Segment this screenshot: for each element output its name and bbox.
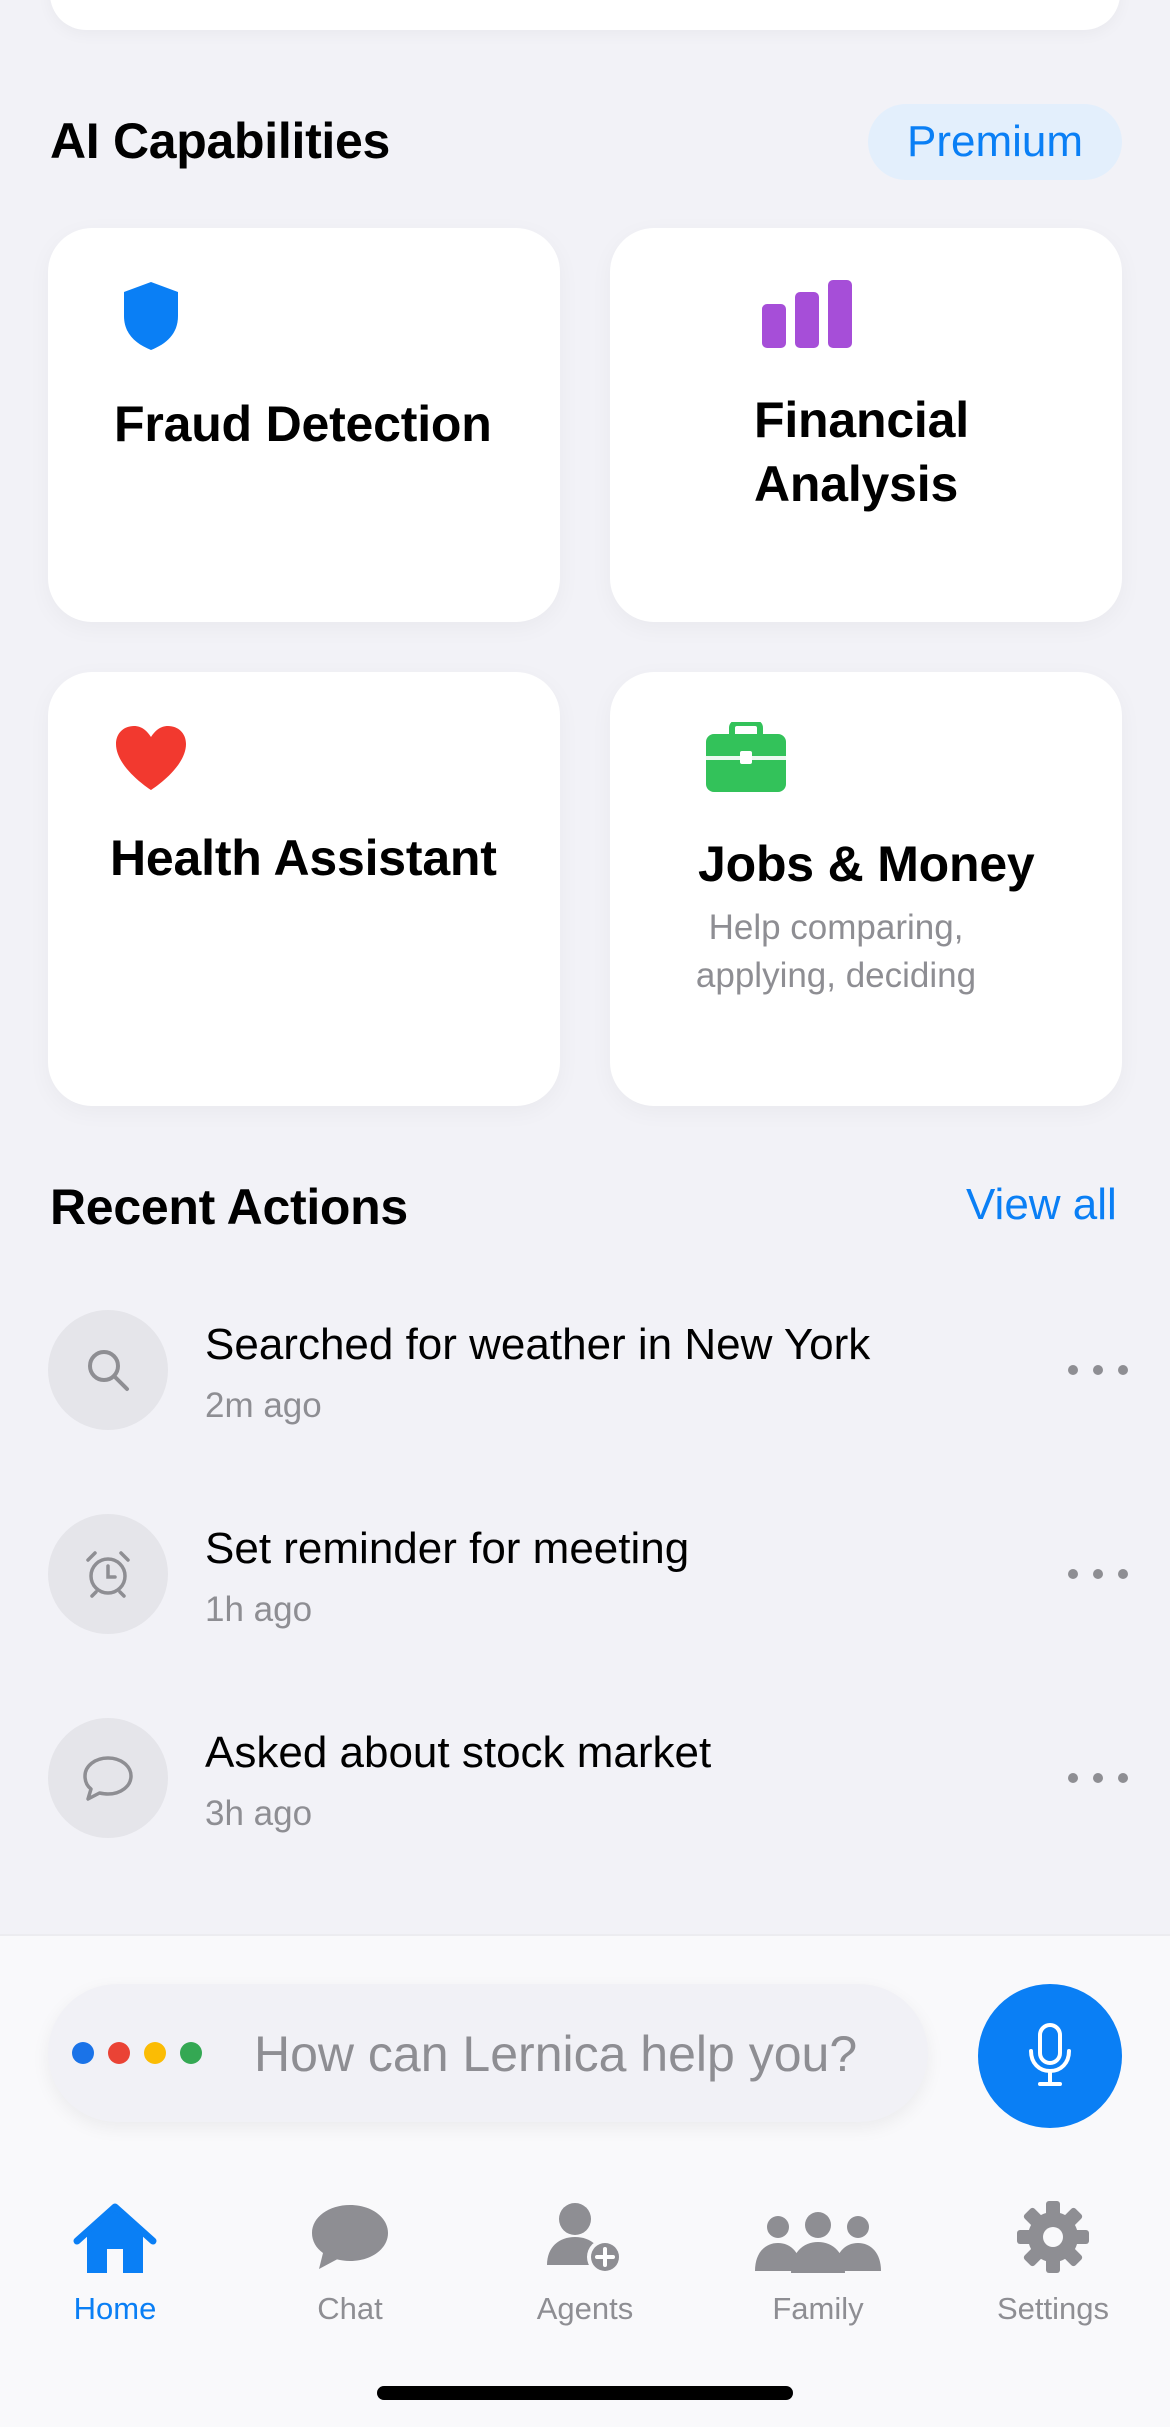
more-options-icon[interactable] bbox=[1068, 1350, 1128, 1390]
card-description: Help comparing, applying, deciding bbox=[695, 908, 977, 995]
card-fraud-detection[interactable]: Fraud Detection bbox=[48, 228, 560, 622]
bar-chart-icon bbox=[762, 280, 852, 348]
card-health-assistant[interactable]: Health Assistant bbox=[48, 672, 560, 1106]
dot-yellow bbox=[144, 2042, 166, 2064]
tab-chat[interactable]: Chat bbox=[260, 2185, 440, 2327]
action-title: Set reminder for meeting bbox=[205, 1524, 690, 1573]
gear-icon bbox=[1017, 2201, 1089, 2273]
alarm-clock-icon bbox=[48, 1514, 168, 1634]
action-title: Asked about stock market bbox=[205, 1728, 712, 1777]
card-title: Fraud Detection bbox=[114, 396, 492, 452]
card-title: Jobs & Money bbox=[698, 836, 1035, 892]
more-options-icon[interactable] bbox=[1068, 1758, 1128, 1798]
home-icon bbox=[73, 2203, 157, 2273]
action-title: Searched for weather in New York bbox=[205, 1320, 871, 1369]
chat-bubble-icon bbox=[48, 1718, 168, 1838]
action-time: 1h ago bbox=[205, 1590, 313, 1629]
shield-icon bbox=[124, 282, 178, 350]
dot-green bbox=[180, 2042, 202, 2064]
list-item[interactable]: Set reminder for meeting 1h ago bbox=[48, 1514, 1128, 1644]
card-jobs-and-money[interactable]: Jobs & Money Help comparing, applying, d… bbox=[610, 672, 1122, 1106]
action-time: 3h ago bbox=[205, 1794, 313, 1833]
assistant-search-bar[interactable] bbox=[48, 1984, 928, 2122]
card-title: Health Assistant bbox=[110, 830, 497, 886]
heart-icon bbox=[116, 726, 186, 790]
tab-home[interactable]: Home bbox=[25, 2185, 205, 2327]
list-item[interactable]: Asked about stock market 3h ago bbox=[48, 1718, 1128, 1848]
home-indicator bbox=[377, 2386, 793, 2400]
previous-card bbox=[50, 0, 1120, 30]
tab-label: Agents bbox=[536, 2291, 634, 2326]
family-icon bbox=[755, 2212, 881, 2273]
dot-blue bbox=[72, 2042, 94, 2064]
dot-red bbox=[108, 2042, 130, 2064]
search-icon bbox=[48, 1310, 168, 1430]
tab-label: Settings bbox=[996, 2291, 1109, 2326]
more-options-icon[interactable] bbox=[1068, 1554, 1128, 1594]
tab-settings[interactable]: Settings bbox=[963, 2185, 1143, 2327]
agent-add-icon bbox=[547, 2203, 623, 2275]
action-time: 2m ago bbox=[205, 1386, 322, 1425]
tab-label: Chat bbox=[317, 2291, 383, 2326]
microphone-button[interactable] bbox=[978, 1984, 1122, 2128]
assistant-input[interactable] bbox=[252, 2014, 916, 2094]
view-all-link[interactable]: View all bbox=[966, 1180, 1117, 1230]
tab-label: Home bbox=[73, 2291, 157, 2326]
tab-agents[interactable]: Agents bbox=[495, 2185, 675, 2327]
card-title: Financial Analysis bbox=[754, 392, 969, 512]
list-item[interactable]: Searched for weather in New York 2m ago bbox=[48, 1310, 1128, 1440]
assistant-logo-dots bbox=[72, 2042, 202, 2064]
tab-label: Family bbox=[772, 2291, 864, 2326]
tab-family[interactable]: Family bbox=[728, 2185, 908, 2327]
microphone-icon bbox=[1029, 2023, 1071, 2086]
card-financial-analysis[interactable]: Financial Analysis bbox=[610, 228, 1122, 622]
briefcase-icon bbox=[706, 722, 786, 792]
chat-icon bbox=[312, 2205, 388, 2269]
premium-badge[interactable]: Premium bbox=[868, 104, 1122, 180]
capabilities-heading: AI Capabilities bbox=[50, 113, 391, 169]
recent-actions-heading: Recent Actions bbox=[50, 1179, 408, 1235]
